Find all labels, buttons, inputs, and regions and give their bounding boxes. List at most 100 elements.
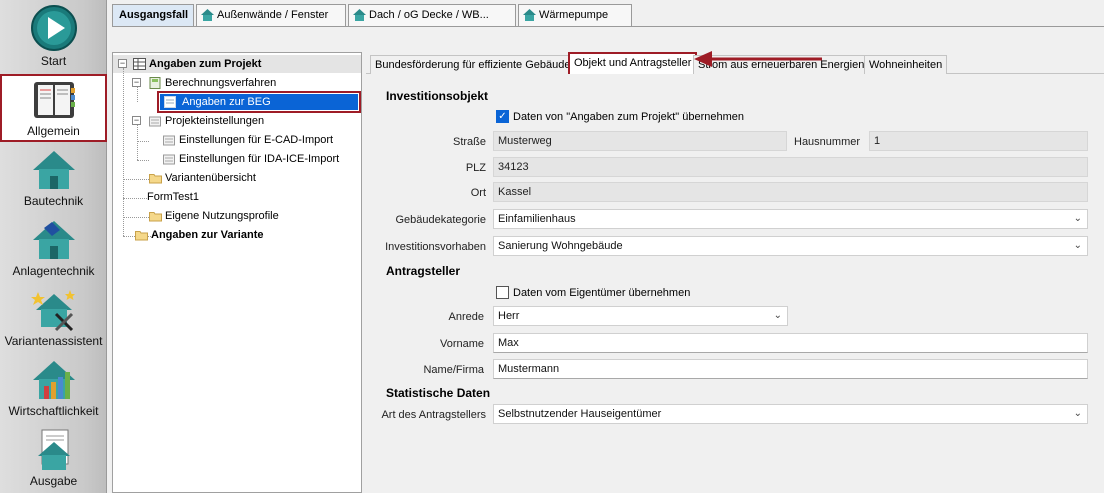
form-icon	[164, 96, 176, 108]
select-gebaeudekategorie[interactable]: Einfamilienhaus ⌄	[493, 209, 1088, 229]
field-plz: 34123	[493, 157, 1088, 177]
bar-chart-house-icon	[32, 361, 75, 399]
tree-connector	[137, 86, 138, 102]
label-name-firma: Name/Firma	[423, 364, 484, 376]
tree-connector	[123, 68, 124, 236]
left-navigation: Start Allgemein Bautechnik Anlagentechni…	[0, 0, 107, 493]
tree-item-projekteinstellungen-label: Projekteinstellungen	[165, 115, 265, 127]
form-panel: Bundesförderung für effiziente Gebäude O…	[366, 52, 1104, 493]
tree-item-angaben-projekt-label: Angaben zum Projekt	[149, 58, 262, 70]
field-hausnummer: 1	[869, 131, 1088, 151]
select-investitionsvorhaben[interactable]: Sanierung Wohngebäude ⌄	[493, 236, 1088, 256]
nav-start[interactable]: Start	[0, 4, 107, 70]
chevron-down-icon: ⌄	[1073, 240, 1082, 251]
tree-collapse-toggle[interactable]: −	[118, 59, 127, 68]
tree-item-formtest-label: FormTest1	[147, 191, 199, 203]
checkbox-daten-projekt-label: Daten von "Angaben zum Projekt" übernehm…	[513, 111, 745, 123]
select-anrede[interactable]: Herr ⌄	[493, 306, 788, 326]
settings-icon	[163, 154, 175, 165]
tree-item-angaben-beg-label: Angaben zur BEG	[182, 96, 271, 108]
select-investitionsvorhaben-value: Sanierung Wohngebäude	[498, 240, 623, 252]
tab-bundesfoerderung[interactable]: Bundesförderung für effiziente Gebäude	[370, 55, 576, 74]
wizard-tools-icon	[30, 290, 75, 332]
tab-aussenwaende-label: Außenwände / Fenster	[217, 9, 329, 21]
chevron-down-icon: ⌄	[1073, 213, 1082, 224]
document-house-icon	[37, 429, 70, 470]
annotation-arrow	[694, 51, 822, 67]
tab-aussenwaende[interactable]: Außenwände / Fenster	[196, 4, 346, 26]
nav-anlagentechnik-label: Anlagentechnik	[12, 264, 95, 278]
checkbox-daten-eigentuemer-label: Daten vom Eigentümer übernehmen	[513, 287, 691, 299]
nav-anlagentechnik[interactable]: Anlagentechnik	[0, 218, 107, 280]
tab-bundesfoerderung-label: Bundesförderung für effiziente Gebäude	[375, 59, 571, 71]
variant-tab-strip: Ausgangsfall Außenwände / Fenster Dach /…	[112, 4, 632, 26]
tree-collapse-toggle[interactable]: −	[132, 78, 141, 87]
label-anrede: Anrede	[448, 311, 484, 323]
folder-icon	[135, 231, 148, 241]
house-tab-icon	[353, 9, 366, 21]
tree-item-ecad-import-label: Einstellungen für E-CAD-Import	[179, 134, 334, 146]
field-ort: Kassel	[493, 182, 1088, 202]
chevron-down-icon: ⌄	[1073, 408, 1082, 419]
tab-ausgangsfall-label: Ausgangsfall	[119, 9, 189, 21]
project-tree: − Angaben zum Projekt − Berechnungsverfa…	[112, 52, 362, 493]
nav-allgemein[interactable]: Allgemein	[0, 74, 107, 142]
tab-wohneinheiten[interactable]: Wohneinheiten	[864, 55, 948, 74]
house-tab-icon	[201, 9, 214, 21]
calculator-icon	[149, 77, 161, 89]
tree-item-variantenuebersicht-label: Variantenübersicht	[165, 172, 256, 184]
tree-item-angaben-beg[interactable]: Angaben zur BEG	[157, 91, 361, 113]
tab-objekt-antragsteller-label: Objekt und Antragsteller	[574, 57, 692, 69]
tree-connector	[137, 160, 149, 161]
folder-icon	[149, 212, 162, 222]
tab-dach[interactable]: Dach / oG Decke / WB...	[348, 4, 516, 26]
table-icon	[133, 58, 146, 70]
tab-objekt-antragsteller[interactable]: Objekt und Antragsteller	[568, 52, 698, 74]
tree-item-idaice-import-label: Einstellungen für IDA-ICE-Import	[179, 153, 340, 165]
label-ort: Ort	[470, 187, 486, 199]
tab-dach-label: Dach / oG Decke / WB...	[369, 9, 489, 21]
tree-connector	[123, 217, 151, 218]
label-gebaeudekategorie: Gebäudekategorie	[395, 214, 486, 226]
nav-variantenassistent[interactable]: Variantenassistent	[0, 288, 107, 350]
select-art-antragsteller-value: Selbstnutzender Hauseigentümer	[498, 408, 662, 420]
nav-wirtschaftlichkeit-label: Wirtschaftlichkeit	[8, 404, 99, 418]
folder-icon	[149, 174, 162, 184]
input-name-firma[interactable]: Mustermann	[493, 359, 1088, 379]
binder-icon	[33, 82, 75, 118]
tree-connector	[123, 198, 149, 199]
select-art-antragsteller[interactable]: Selbstnutzender Hauseigentümer ⌄	[493, 404, 1088, 424]
field-strasse: Musterweg	[493, 131, 787, 151]
label-hausnummer: Hausnummer	[794, 136, 861, 148]
settings-icon	[163, 135, 175, 146]
nav-start-label: Start	[40, 54, 67, 68]
section-investitionsobjekt: Investitionsobjekt	[386, 89, 489, 103]
tree-connector	[137, 124, 138, 160]
tab-waermepumpe[interactable]: Wärmepumpe	[518, 4, 632, 26]
nav-ausgabe-label: Ausgabe	[29, 474, 78, 488]
tree-item-nutzungsprofile-label: Eigene Nutzungsprofile	[165, 210, 279, 222]
nav-wirtschaftlichkeit[interactable]: Wirtschaftlichkeit	[0, 358, 107, 420]
tab-waermepumpe-label: Wärmepumpe	[539, 9, 609, 21]
label-vorname: Vorname	[439, 338, 484, 350]
nav-bautechnik[interactable]: Bautechnik	[0, 148, 107, 210]
solar-house-icon	[32, 221, 75, 259]
select-gebaeudekategorie-value: Einfamilienhaus	[498, 213, 576, 225]
label-art-antragsteller: Art des Antragstellers	[381, 409, 486, 421]
select-anrede-value: Herr	[498, 310, 520, 322]
tree-item-angaben-variante-label: Angaben zur Variante	[151, 229, 264, 241]
house-tab-icon	[523, 9, 536, 21]
tree-collapse-toggle[interactable]: −	[132, 116, 141, 125]
section-statistische-daten: Statistische Daten	[386, 386, 491, 400]
label-plz: PLZ	[465, 162, 486, 174]
checkbox-daten-projekt[interactable]: ✓	[496, 110, 509, 123]
tab-wohneinheiten-label: Wohneinheiten	[869, 59, 943, 71]
nav-bautechnik-label: Bautechnik	[23, 194, 84, 208]
checkbox-daten-eigentuemer[interactable]	[496, 286, 509, 299]
tab-strip-divider	[112, 26, 1104, 27]
section-antragsteller: Antragsteller	[386, 264, 461, 278]
tab-ausgangsfall[interactable]: Ausgangsfall	[112, 4, 194, 26]
nav-ausgabe[interactable]: Ausgabe	[0, 428, 107, 490]
input-vorname[interactable]: Max	[493, 333, 1088, 353]
house-icon	[32, 151, 75, 189]
